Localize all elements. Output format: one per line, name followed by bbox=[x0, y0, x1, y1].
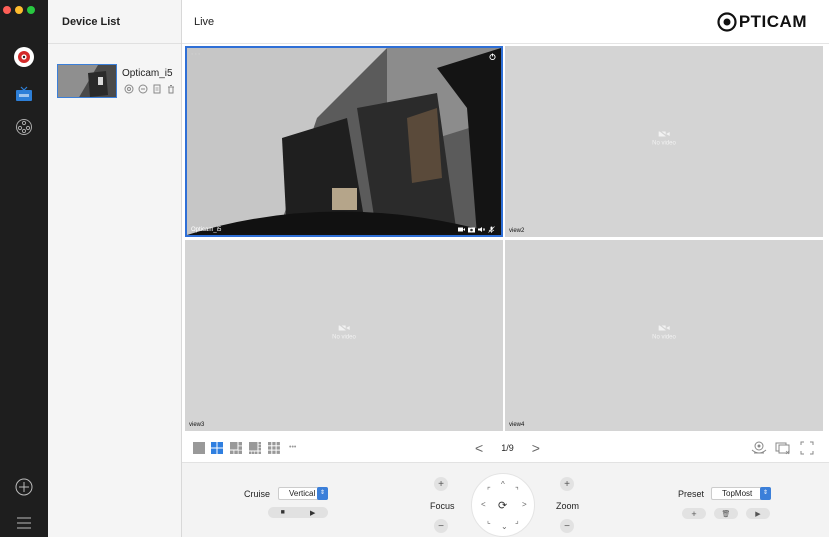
ptz-control-panel: Cruise Vertical ⇕ ■ ▶ + Focus − ^ ⌄ < > … bbox=[182, 462, 829, 537]
live-header: Live PTICAM bbox=[182, 0, 829, 44]
pager: < 1/9 > bbox=[475, 440, 540, 456]
focus-minus-button[interactable]: − bbox=[434, 519, 448, 533]
more-layouts-icon[interactable]: ••• bbox=[289, 442, 309, 454]
tile-label: view3 bbox=[189, 422, 205, 428]
view-toolbar: ••• < 1/9 > bbox=[185, 434, 823, 462]
dpad-upright-button[interactable]: ⌝ bbox=[515, 486, 519, 495]
dpad-center-button[interactable]: ⟳ bbox=[498, 499, 507, 512]
file-icon[interactable] bbox=[152, 84, 162, 94]
stop-button[interactable]: ■ bbox=[281, 509, 285, 516]
layout-9-icon[interactable] bbox=[268, 442, 280, 454]
focus-plus-button[interactable]: + bbox=[434, 477, 448, 491]
preset-value: TopMost bbox=[722, 489, 753, 498]
dpad-up-button[interactable]: ^ bbox=[501, 480, 505, 489]
fullscreen-icon[interactable] bbox=[799, 440, 815, 456]
camera-feed bbox=[187, 48, 501, 235]
zoom-minus-button[interactable]: − bbox=[560, 519, 574, 533]
video-tile-1[interactable]: ● ● ● Opticam_i5 bbox=[185, 46, 503, 237]
settings-icon[interactable] bbox=[124, 84, 134, 94]
video-tile-2[interactable]: No video view2 bbox=[505, 46, 823, 237]
focus-label: Focus bbox=[430, 501, 455, 511]
no-video-icon bbox=[658, 129, 670, 139]
no-video-text: No video bbox=[652, 334, 676, 341]
preset-go-button[interactable]: ▶ bbox=[746, 508, 770, 519]
preset-select[interactable]: TopMost ⇕ bbox=[711, 487, 771, 500]
snapshot-icon[interactable] bbox=[468, 226, 475, 233]
window-minimize-button[interactable] bbox=[15, 6, 23, 14]
close-all-views-icon[interactable] bbox=[775, 440, 791, 456]
menu-icon[interactable] bbox=[12, 511, 36, 535]
preset-delete-button[interactable]: 🗑 bbox=[714, 508, 738, 519]
device-item[interactable]: Opticam_i5 bbox=[48, 58, 182, 102]
dpad-down-button[interactable]: ⌄ bbox=[501, 522, 508, 531]
window-zoom-button[interactable] bbox=[27, 6, 35, 14]
dpad-downleft-button[interactable]: ⌞ bbox=[487, 516, 491, 525]
brand-logo: PTICAM bbox=[717, 12, 807, 32]
layout-4-icon[interactable] bbox=[211, 442, 223, 454]
live-view-icon[interactable] bbox=[12, 82, 36, 106]
device-list-panel: Device List Opticam_i5 bbox=[48, 0, 182, 537]
page-indicator: 1/9 bbox=[501, 443, 514, 453]
layout-1-icon[interactable] bbox=[193, 442, 205, 454]
playback-reel-icon[interactable] bbox=[12, 115, 36, 139]
layout-8-icon[interactable] bbox=[249, 442, 261, 454]
dpad-downright-button[interactable]: ⌟ bbox=[515, 516, 519, 525]
no-video-text: No video bbox=[652, 140, 676, 147]
cruise-controls: ■ ▶ bbox=[268, 507, 328, 518]
cruise-select[interactable]: Vertical ⇕ bbox=[278, 487, 328, 500]
device-list-title: Device List bbox=[48, 0, 181, 44]
video-tile-3[interactable]: No video view3 bbox=[185, 240, 503, 431]
opticam-lens-icon bbox=[717, 12, 737, 32]
no-video-text: No video bbox=[332, 334, 356, 341]
brand-name: PTICAM bbox=[738, 12, 807, 31]
zoom-plus-button[interactable]: + bbox=[560, 477, 574, 491]
tile-label: view4 bbox=[509, 422, 525, 428]
power-icon[interactable] bbox=[489, 51, 496, 61]
no-video-icon bbox=[658, 323, 670, 333]
next-page-button[interactable]: > bbox=[532, 440, 540, 456]
prev-page-button[interactable]: < bbox=[475, 440, 483, 456]
preset-label: Preset bbox=[678, 489, 705, 499]
live-main: Live PTICAM ● ● ● Opticam_i5 No video vi… bbox=[182, 0, 829, 537]
preset-add-button[interactable]: + bbox=[682, 508, 706, 519]
dpad-upleft-button[interactable]: ⌜ bbox=[487, 486, 491, 495]
video-tile-4[interactable]: No video view4 bbox=[505, 240, 823, 431]
page-title: Live bbox=[194, 15, 215, 28]
tile-label: Opticam_i5 bbox=[191, 227, 222, 233]
play-button[interactable]: ▶ bbox=[310, 509, 315, 517]
window-close-button[interactable] bbox=[3, 6, 11, 14]
talk-icon[interactable] bbox=[488, 226, 495, 233]
cruise-label: Cruise bbox=[244, 489, 271, 499]
dpad-right-button[interactable]: > bbox=[522, 500, 527, 509]
cruise-camera-icon[interactable] bbox=[751, 440, 767, 456]
layout-6-icon[interactable] bbox=[230, 442, 242, 454]
camera-logo-icon[interactable] bbox=[12, 45, 36, 69]
record-icon[interactable] bbox=[458, 226, 465, 233]
chevron-updown-icon: ⇕ bbox=[760, 487, 771, 500]
ptz-dpad: ^ ⌄ < > ⌜ ⌝ ⌞ ⌟ ⟳ bbox=[471, 473, 535, 537]
mute-icon[interactable] bbox=[478, 226, 485, 233]
device-thumbnail[interactable] bbox=[57, 64, 117, 98]
delete-icon[interactable] bbox=[166, 84, 176, 94]
tile-label: view2 bbox=[509, 228, 525, 234]
cruise-value: Vertical bbox=[289, 489, 316, 498]
video-grid: ● ● ● Opticam_i5 No video view2 No video bbox=[185, 46, 823, 432]
app-sidebar bbox=[0, 0, 48, 537]
timestamp-overlay: ● ● ● bbox=[191, 51, 201, 56]
add-icon[interactable] bbox=[12, 475, 36, 499]
zoom-label: Zoom bbox=[556, 501, 580, 511]
no-video-icon bbox=[338, 323, 350, 333]
device-name: Opticam_i5 bbox=[122, 68, 173, 79]
link-icon[interactable] bbox=[138, 84, 148, 94]
dpad-left-button[interactable]: < bbox=[481, 500, 486, 509]
chevron-updown-icon: ⇕ bbox=[317, 487, 328, 500]
